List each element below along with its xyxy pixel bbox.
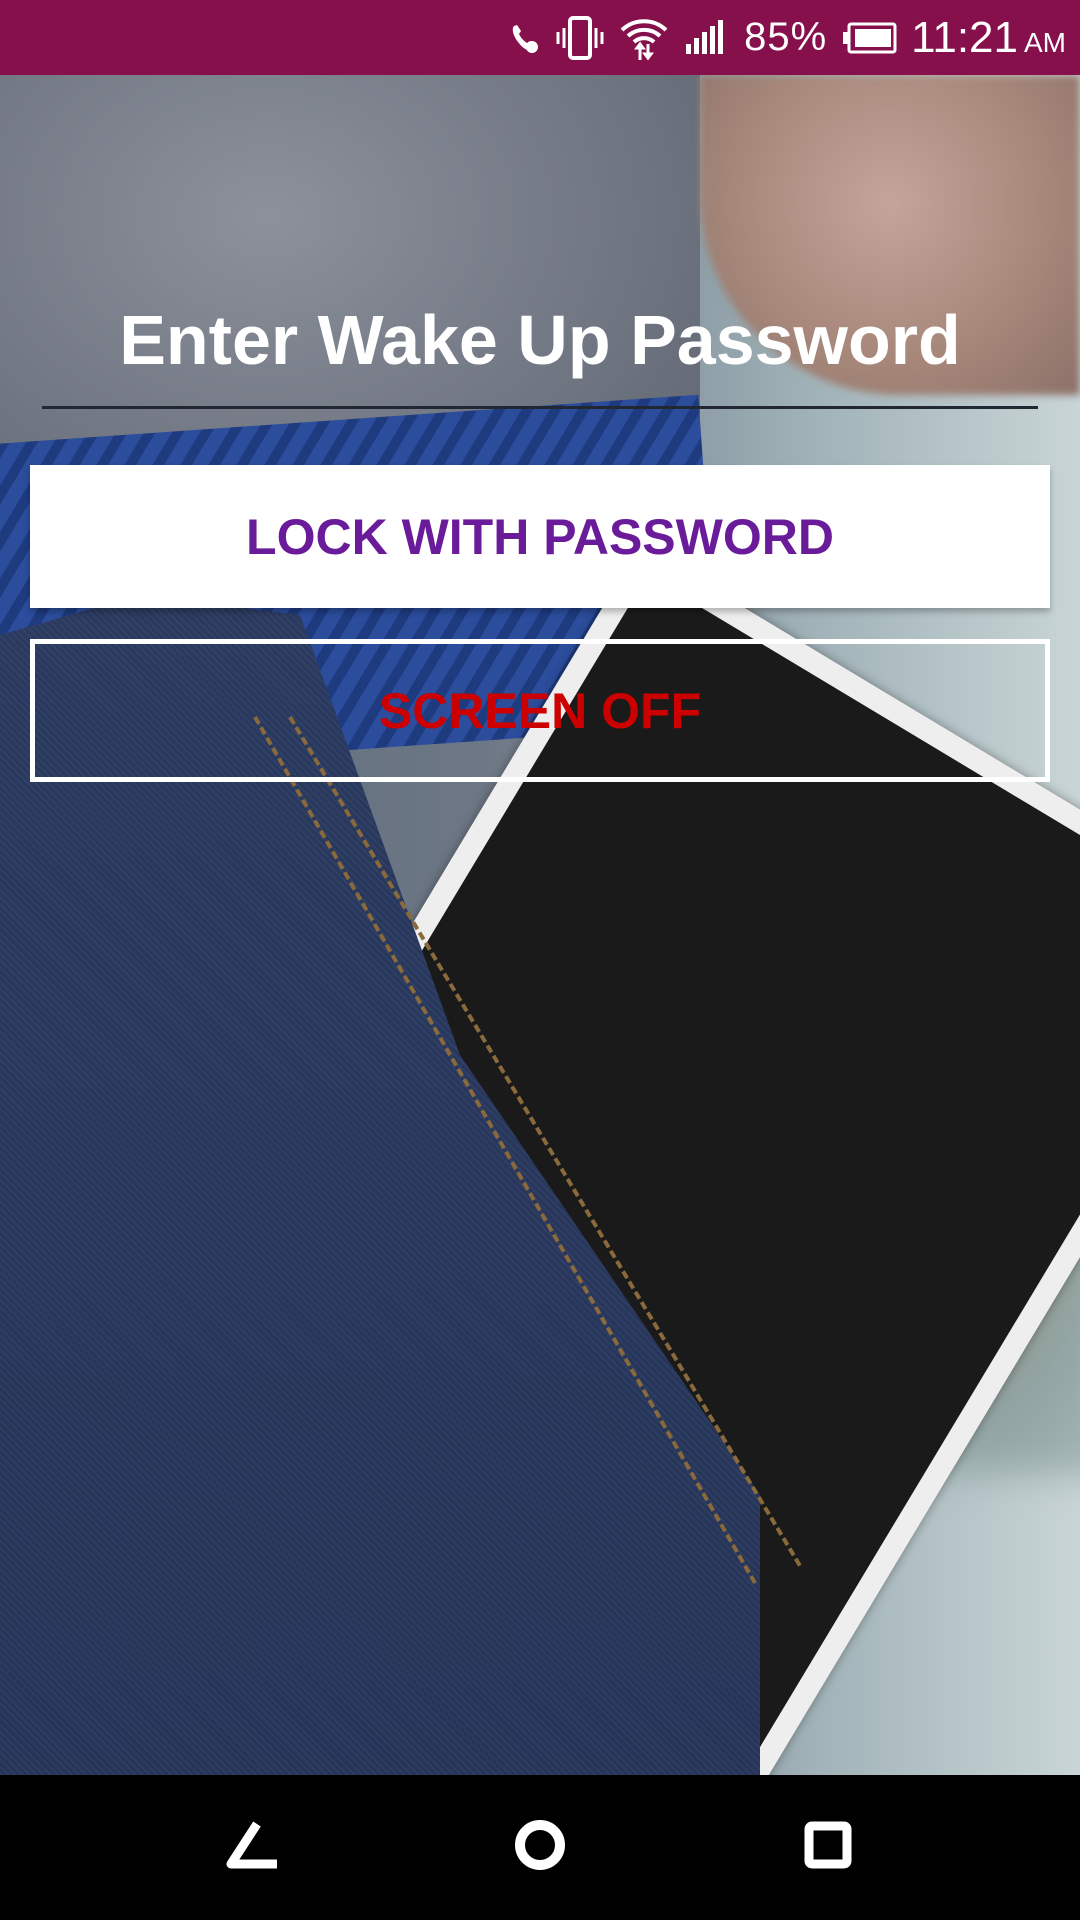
title-divider	[42, 406, 1038, 409]
status-clock: 11:21 AM	[911, 13, 1066, 63]
status-bar: 85% 11:21 AM	[0, 0, 1080, 75]
clock-time: 11:21	[911, 12, 1018, 62]
nav-home-button[interactable]	[460, 1775, 620, 1920]
battery-icon	[841, 22, 897, 54]
status-icons: 85% 11:21 AM	[506, 0, 1066, 75]
call-icon	[506, 20, 542, 56]
recents-icon	[804, 1821, 852, 1874]
screen: 85% 11:21 AM Enter Wake Up Password LOCK…	[0, 0, 1080, 1920]
lock-with-password-label: LOCK WITH PASSWORD	[246, 508, 834, 565]
screen-off-label: SCREEN OFF	[378, 682, 702, 739]
back-icon	[223, 1820, 283, 1875]
lock-with-password-button[interactable]: LOCK WITH PASSWORD	[30, 465, 1050, 608]
home-icon	[513, 1818, 567, 1877]
clock-ampm: AM	[1024, 26, 1066, 58]
screen-off-button[interactable]: SCREEN OFF	[30, 639, 1050, 782]
navigation-bar	[0, 1775, 1080, 1920]
signal-icon	[684, 19, 730, 56]
nav-back-button[interactable]	[173, 1775, 333, 1920]
battery-percent: 85%	[744, 15, 828, 59]
nav-recents-button[interactable]	[748, 1775, 908, 1920]
vibrate-icon	[556, 15, 604, 60]
page-title: Enter Wake Up Password	[119, 301, 961, 379]
wifi-icon	[618, 14, 670, 62]
